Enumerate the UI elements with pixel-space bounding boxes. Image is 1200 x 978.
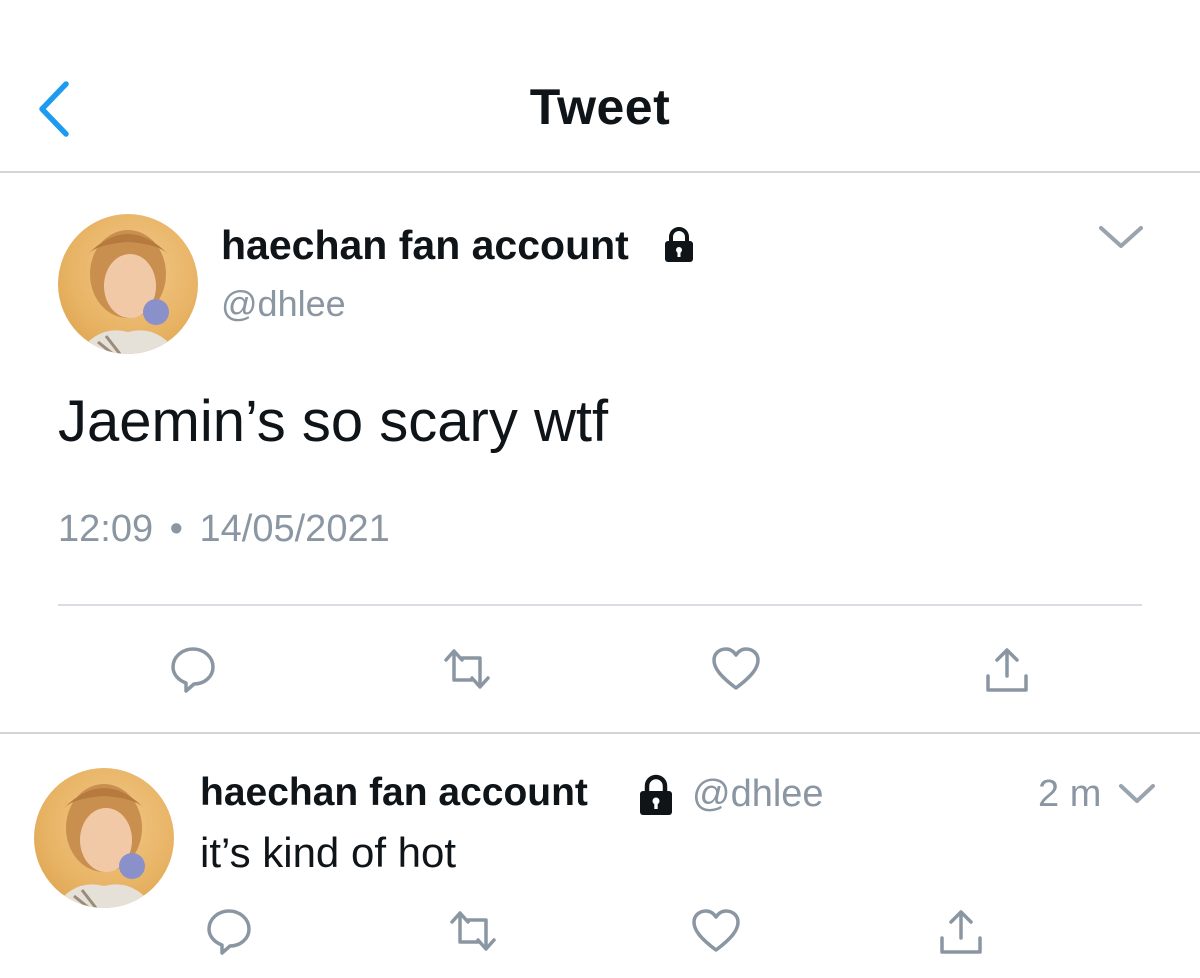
tweet-text: it’s kind of hot (200, 829, 457, 876)
display-name[interactable]: haechan fan account (221, 222, 629, 269)
like-icon[interactable] (690, 908, 742, 954)
reply-icon[interactable] (204, 906, 254, 956)
tweet-timestamp: 12:09 • 14/05/2021 (58, 508, 390, 551)
display-name[interactable]: haechan fan account (200, 771, 588, 815)
chevron-down-icon[interactable] (1097, 222, 1145, 252)
handle[interactable]: @dhlee (221, 283, 346, 325)
divider (58, 604, 1142, 606)
tweet-text: Jaemin’s so scary wtf (58, 389, 609, 454)
page-title: Tweet (529, 79, 671, 135)
meta-separator: • (169, 508, 183, 550)
share-icon[interactable] (984, 646, 1030, 694)
chevron-down-icon[interactable] (1118, 782, 1156, 806)
top-bar: Tweet (0, 0, 1200, 173)
like-icon[interactable] (710, 646, 762, 692)
tweet-date: 14/05/2021 (199, 508, 390, 550)
reply-icon[interactable] (168, 644, 218, 694)
retweet-icon[interactable] (440, 646, 494, 692)
handle[interactable]: @dhlee (692, 773, 824, 816)
tweet-time: 12:09 (58, 508, 154, 550)
avatar[interactable] (58, 214, 198, 354)
share-icon[interactable] (938, 908, 984, 956)
lock-icon (665, 227, 693, 262)
divider (0, 732, 1200, 734)
avatar[interactable] (34, 768, 174, 908)
tweet-time-ago: 2 m (1038, 773, 1102, 815)
lock-icon (640, 774, 672, 815)
retweet-icon[interactable] (446, 908, 500, 954)
